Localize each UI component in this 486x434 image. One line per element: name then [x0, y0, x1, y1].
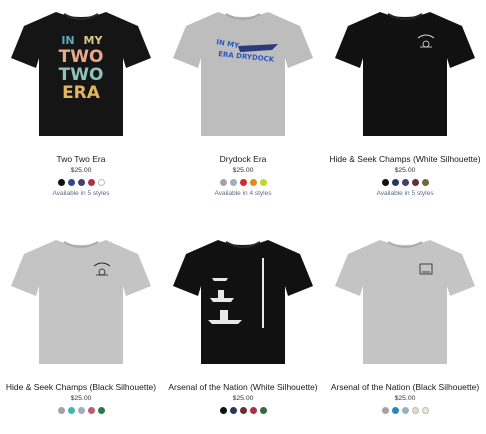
color-swatch[interactable] — [57, 179, 65, 186]
product-card[interactable]: Hide & Seek Champs (White Silhouette) $2… — [324, 0, 486, 197]
color-swatch[interactable] — [391, 407, 399, 414]
color-swatch[interactable] — [87, 407, 95, 414]
product-card[interactable]: IN MY ERA DRYDOCK Drydock Era $25.00 Ava… — [162, 0, 324, 197]
color-swatch[interactable] — [239, 179, 247, 186]
color-swatches — [324, 407, 486, 414]
graphic-text: ERA — [62, 83, 101, 103]
color-swatch[interactable] — [249, 179, 257, 186]
product-card[interactable]: IN MY TWO TWO ERA Two Two Era $25.00 Ava… — [0, 0, 162, 197]
color-swatch[interactable] — [57, 407, 65, 414]
color-swatches — [162, 407, 324, 414]
product-price: $25.00 — [70, 395, 92, 402]
available-styles-link[interactable]: Available in 4 styles — [162, 190, 324, 197]
product-grid: IN MY TWO TWO ERA Two Two Era $25.00 Ava… — [0, 0, 486, 434]
color-swatch[interactable] — [381, 407, 389, 414]
product-title[interactable]: Hide & Seek Champs (White Silhouette) — [324, 154, 486, 165]
color-swatch[interactable] — [259, 179, 267, 186]
color-swatch[interactable] — [239, 407, 247, 414]
color-swatch[interactable] — [77, 407, 85, 414]
color-swatch[interactable] — [381, 179, 389, 186]
tshirt-image: IN MY TWO TWO ERA — [11, 12, 151, 136]
graphic-text: TWO — [59, 65, 104, 85]
product-title[interactable]: Arsenal of the Nation (Black Silhouette) — [324, 382, 486, 393]
available-styles-link[interactable]: Available in 5 styles — [324, 190, 486, 197]
color-swatch[interactable] — [411, 179, 419, 186]
product-image[interactable]: IN MY ERA DRYDOCK — [162, 0, 324, 140]
color-swatch[interactable] — [97, 407, 105, 414]
product-card[interactable]: Arsenal of the Nation (White Silhouette)… — [162, 228, 324, 414]
color-swatch[interactable] — [97, 179, 105, 186]
color-swatch[interactable] — [391, 179, 399, 186]
color-swatch[interactable] — [421, 407, 429, 414]
color-swatches — [324, 179, 486, 186]
product-image[interactable] — [324, 0, 486, 140]
product-title[interactable]: Two Two Era — [0, 154, 162, 165]
product-price: $25.00 — [394, 395, 416, 402]
product-price: $25.00 — [394, 167, 416, 174]
color-swatches — [0, 407, 162, 414]
color-swatch[interactable] — [229, 179, 237, 186]
product-title[interactable]: Hide & Seek Champs (Black Silhouette) — [0, 382, 162, 393]
tshirt-image — [335, 12, 475, 136]
color-swatch[interactable] — [219, 179, 227, 186]
tshirt-image: IN MY ERA DRYDOCK — [173, 12, 313, 136]
tshirt-image — [335, 240, 475, 364]
color-swatch[interactable] — [77, 179, 85, 186]
color-swatch[interactable] — [67, 407, 75, 414]
graphic-text: MY — [84, 34, 104, 47]
product-image[interactable] — [162, 228, 324, 368]
product-image[interactable]: IN MY TWO TWO ERA — [0, 0, 162, 140]
color-swatch[interactable] — [249, 407, 257, 414]
product-card[interactable]: Arsenal of the Nation (Black Silhouette)… — [324, 228, 486, 414]
color-swatch[interactable] — [411, 407, 419, 414]
tshirt-image — [11, 240, 151, 364]
product-title[interactable]: Drydock Era — [162, 154, 324, 165]
product-image[interactable] — [0, 228, 162, 368]
color-swatch[interactable] — [87, 179, 95, 186]
color-swatch[interactable] — [401, 179, 409, 186]
color-swatch[interactable] — [67, 179, 75, 186]
graphic-text: TWO — [59, 47, 104, 67]
color-swatch[interactable] — [421, 179, 429, 186]
available-styles-link[interactable]: Available in 5 styles — [0, 190, 162, 197]
product-price: $25.00 — [232, 167, 254, 174]
product-price: $25.00 — [232, 395, 254, 402]
graphic-text: IN — [61, 34, 74, 47]
product-price: $25.00 — [70, 167, 92, 174]
product-card[interactable]: Hide & Seek Champs (Black Silhouette) $2… — [0, 228, 162, 414]
color-swatches — [162, 179, 324, 186]
product-image[interactable] — [324, 228, 486, 368]
tshirt-image — [173, 240, 313, 364]
color-swatch[interactable] — [219, 407, 227, 414]
color-swatch[interactable] — [401, 407, 409, 414]
color-swatches — [0, 179, 162, 186]
product-title[interactable]: Arsenal of the Nation (White Silhouette) — [162, 382, 324, 393]
color-swatch[interactable] — [259, 407, 267, 414]
color-swatch[interactable] — [229, 407, 237, 414]
